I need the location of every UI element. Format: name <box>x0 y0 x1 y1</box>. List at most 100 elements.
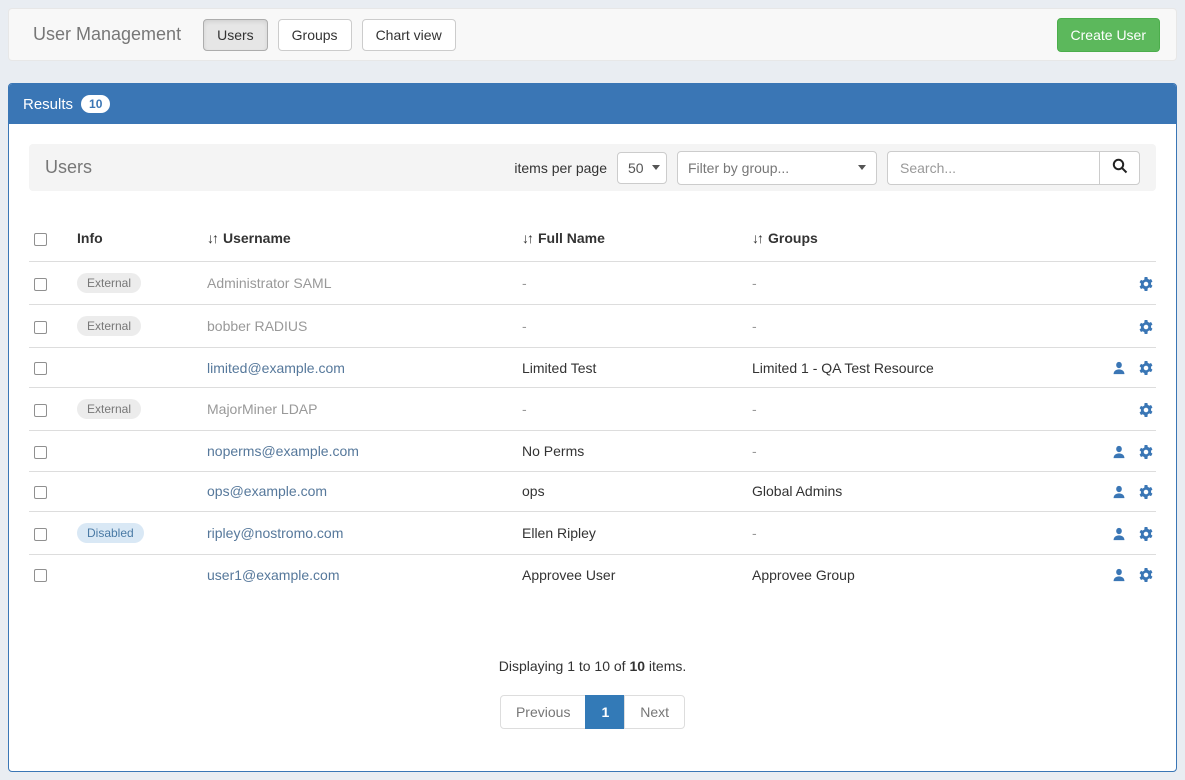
actions-cell <box>1074 431 1156 471</box>
info-cell: External <box>69 388 199 431</box>
top-navbar: User Management Users Groups Chart view … <box>8 8 1177 61</box>
pagination-page-1[interactable]: 1 <box>585 695 625 729</box>
column-header-username[interactable]: ↓↑Username <box>199 215 514 262</box>
username-cell: ops@example.com <box>199 471 514 511</box>
info-cell <box>69 431 199 471</box>
user-icon[interactable] <box>1100 568 1126 582</box>
gear-icon[interactable] <box>1126 567 1154 583</box>
username-cell: MajorMiner LDAP <box>199 388 514 431</box>
search-input[interactable] <box>887 151 1099 185</box>
select-all-checkbox[interactable] <box>34 233 47 246</box>
items-per-page-value: 50 <box>628 160 644 176</box>
username-link[interactable]: user1@example.com <box>207 567 340 583</box>
column-header-full-name[interactable]: ↓↑Full Name <box>514 215 744 262</box>
filter-by-group-select[interactable]: Filter by group... <box>677 151 877 185</box>
full-name-cell: Limited Test <box>514 348 744 388</box>
groups-cell: - <box>744 305 1074 348</box>
row-checkbox[interactable] <box>34 362 47 375</box>
info-cell: External <box>69 262 199 305</box>
row-checkbox[interactable] <box>34 569 47 582</box>
column-header-info: Info <box>69 215 199 262</box>
table-row: ops@example.comopsGlobal Admins <box>29 471 1156 511</box>
actions-cell <box>1074 511 1156 554</box>
info-cell <box>69 471 199 511</box>
row-checkbox[interactable] <box>34 486 47 499</box>
users-toolbar: Users items per page 50 Filter by group.… <box>29 144 1156 191</box>
tab-chart-view[interactable]: Chart view <box>362 19 456 51</box>
results-count-badge: 10 <box>81 95 110 113</box>
info-cell <box>69 348 199 388</box>
search-icon <box>1112 158 1128 177</box>
gear-icon[interactable] <box>1126 484 1154 500</box>
username-link[interactable]: ops@example.com <box>207 483 327 499</box>
info-cell: Disabled <box>69 511 199 554</box>
full-name-cell: No Perms <box>514 431 744 471</box>
username-link[interactable]: noperms@example.com <box>207 443 359 459</box>
search-group <box>887 151 1140 185</box>
toolbar-controls: items per page 50 Filter by group... <box>514 151 1140 185</box>
gear-icon[interactable] <box>1126 360 1154 376</box>
full-name-cell: Ellen Ripley <box>514 511 744 554</box>
actions-cell <box>1074 348 1156 388</box>
full-name-cell: - <box>514 388 744 431</box>
row-checkbox[interactable] <box>34 404 47 417</box>
row-checkbox[interactable] <box>34 528 47 541</box>
row-checkbox[interactable] <box>34 321 47 334</box>
username-cell: user1@example.com <box>199 554 514 594</box>
actions-cell <box>1074 262 1156 305</box>
username-link[interactable]: ripley@nostromo.com <box>207 525 343 541</box>
results-title: Results <box>23 96 73 113</box>
gear-icon[interactable] <box>1126 526 1154 542</box>
items-per-page-label: items per page <box>514 160 607 176</box>
pagination: Previous 1 Next <box>29 695 1156 729</box>
table-row: Externalbobber RADIUS-- <box>29 305 1156 348</box>
table-row: Disabled ripley@nostromo.com Ellen Ripley- <box>29 511 1156 554</box>
groups-cell: Limited 1 - QA Test Resource <box>744 348 1074 388</box>
column-header-groups[interactable]: ↓↑Groups <box>744 215 1074 262</box>
row-checkbox[interactable] <box>34 446 47 459</box>
username-cell: ripley@nostromo.com <box>199 511 514 554</box>
results-panel: Results 10 Users items per page 50 Filte… <box>8 83 1177 772</box>
username-link[interactable]: limited@example.com <box>207 360 345 376</box>
user-icon[interactable] <box>1100 361 1126 375</box>
full-name-cell: - <box>514 262 744 305</box>
page: User Management Users Groups Chart view … <box>0 0 1185 780</box>
users-table: Info ↓↑Username ↓↑Full Name ↓↑Groups Ext… <box>29 215 1156 594</box>
items-per-page-select[interactable]: 50 <box>617 152 667 184</box>
gear-icon[interactable] <box>1126 444 1154 460</box>
pagination-previous[interactable]: Previous <box>500 695 586 729</box>
tab-users[interactable]: Users <box>203 19 268 51</box>
user-icon[interactable] <box>1100 445 1126 459</box>
results-panel-body: Users items per page 50 Filter by group.… <box>9 124 1176 771</box>
sort-icon: ↓↑ <box>522 230 532 246</box>
groups-cell: - <box>744 431 1074 471</box>
gear-icon[interactable] <box>1126 402 1154 418</box>
gear-icon[interactable] <box>1126 276 1154 292</box>
groups-cell: - <box>744 511 1074 554</box>
actions-column-header <box>1074 215 1156 262</box>
row-checkbox[interactable] <box>34 278 47 291</box>
actions-cell <box>1074 388 1156 431</box>
gear-icon[interactable] <box>1126 319 1154 335</box>
groups-cell: - <box>744 262 1074 305</box>
status-badge: External <box>77 399 141 419</box>
info-cell <box>69 554 199 594</box>
username-text: bobber RADIUS <box>207 318 307 334</box>
user-icon[interactable] <box>1100 527 1126 541</box>
create-user-button[interactable]: Create User <box>1057 18 1160 52</box>
pagination-next[interactable]: Next <box>624 695 685 729</box>
actions-cell <box>1074 554 1156 594</box>
users-table-body: ExternalAdministrator SAML--Externalbobb… <box>29 262 1156 595</box>
groups-cell: Global Admins <box>744 471 1074 511</box>
username-cell: limited@example.com <box>199 348 514 388</box>
table-row: ExternalAdministrator SAML-- <box>29 262 1156 305</box>
caret-down-icon <box>858 165 866 170</box>
caret-down-icon <box>652 165 660 170</box>
tab-groups[interactable]: Groups <box>278 19 352 51</box>
search-button[interactable] <box>1099 151 1140 185</box>
displaying-total: 10 <box>629 658 645 674</box>
user-icon[interactable] <box>1100 485 1126 499</box>
table-row: ExternalMajorMiner LDAP-- <box>29 388 1156 431</box>
filter-by-group-placeholder: Filter by group... <box>688 160 789 176</box>
table-row: noperms@example.com No Perms- <box>29 431 1156 471</box>
